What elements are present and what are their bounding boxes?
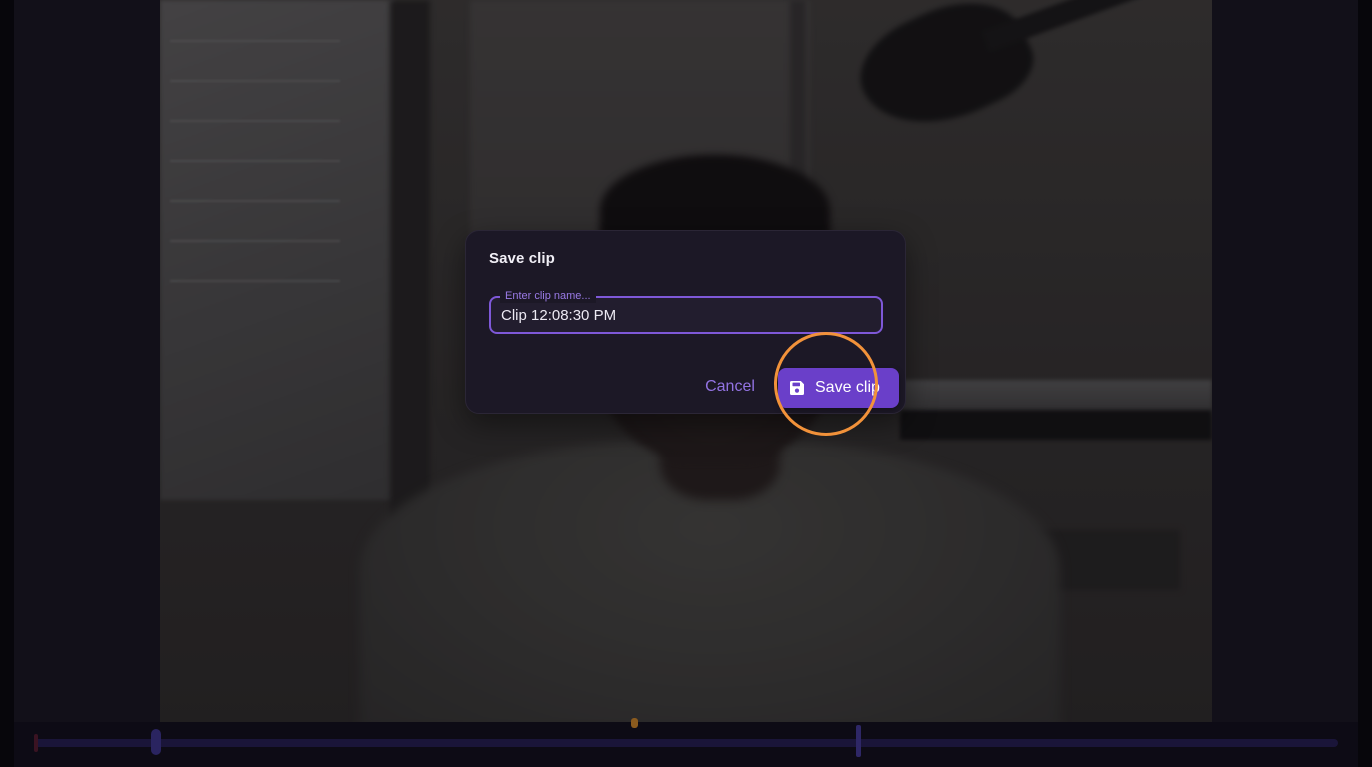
left-letterbox xyxy=(14,0,160,722)
save-clip-dialog: Save clip Enter clip name... Cancel Save… xyxy=(465,230,906,414)
clip-name-label: Enter clip name... xyxy=(500,289,596,303)
right-letterbox xyxy=(1212,0,1358,722)
playhead[interactable] xyxy=(631,718,638,728)
dialog-title: Save clip xyxy=(489,250,555,267)
left-edge xyxy=(0,0,14,767)
right-edge xyxy=(1358,0,1372,767)
timeline-track[interactable] xyxy=(34,739,1338,747)
trim-end-handle[interactable] xyxy=(856,725,861,757)
cancel-button[interactable]: Cancel xyxy=(698,369,762,405)
clip-name-input[interactable] xyxy=(501,305,871,325)
save-clip-button[interactable]: Save clip xyxy=(778,368,899,408)
floppy-disk-icon xyxy=(790,381,804,395)
timeline xyxy=(14,718,1358,767)
app-window: Save clip Enter clip name... Cancel Save… xyxy=(0,0,1372,767)
trim-start-handle[interactable] xyxy=(151,729,161,755)
clip-name-field[interactable]: Enter clip name... xyxy=(489,289,883,334)
save-clip-label: Save clip xyxy=(815,379,880,396)
timeline-start-marker xyxy=(34,734,38,752)
